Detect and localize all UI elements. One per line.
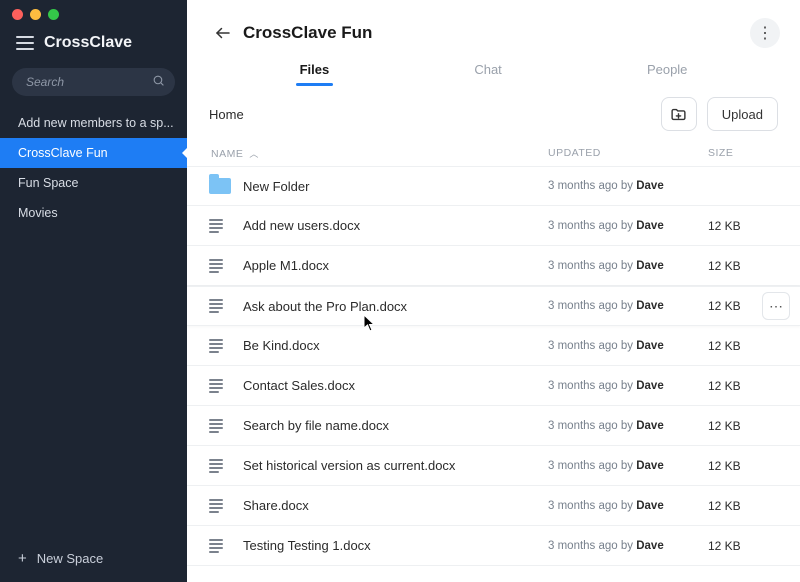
file-row[interactable]: Contact Sales.docx3 months ago by Dave12… — [187, 366, 800, 406]
file-size: 12 KB — [708, 219, 778, 233]
header: CrossClave Fun ⋮ — [187, 0, 800, 56]
file-name: Be Kind.docx — [243, 338, 548, 353]
file-row[interactable]: Add new users.docx3 months ago by Dave12… — [187, 206, 800, 246]
row-more-button[interactable]: ⋯ — [762, 292, 790, 320]
file-row[interactable]: Be Kind.docx3 months ago by Dave12 KB — [187, 326, 800, 366]
file-name: Ask about the Pro Plan.docx — [243, 299, 548, 314]
window-controls — [0, 0, 187, 20]
file-name: Share.docx — [243, 498, 548, 513]
sidebar-space-item[interactable]: Fun Space — [0, 168, 187, 198]
column-updated[interactable]: UPDATED — [548, 147, 708, 160]
file-updated: 3 months ago by Dave — [548, 260, 708, 272]
new-folder-button[interactable] — [661, 97, 697, 131]
tab-chat[interactable]: Chat — [470, 56, 505, 85]
document-icon — [209, 259, 223, 273]
tabs: Files Chat People — [187, 56, 800, 85]
new-space-label: New Space — [37, 551, 103, 566]
tab-people[interactable]: People — [643, 56, 691, 85]
file-row[interactable]: New Folder3 months ago by Dave — [187, 166, 800, 206]
brand-row: CrossClave — [0, 20, 187, 64]
minimize-window[interactable] — [30, 9, 41, 20]
page-more-button[interactable]: ⋮ — [750, 18, 780, 48]
file-name: Contact Sales.docx — [243, 378, 548, 393]
app-name: CrossClave — [44, 34, 132, 52]
file-row[interactable]: Share.docx3 months ago by Dave12 KB — [187, 486, 800, 526]
plus-icon: + — [18, 551, 27, 566]
file-size: 12 KB — [708, 339, 778, 353]
close-window[interactable] — [12, 9, 23, 20]
file-row[interactable]: Set historical version as current.docx3 … — [187, 446, 800, 486]
document-icon — [209, 299, 223, 313]
file-row[interactable]: Apple M1.docx3 months ago by Dave12 KB — [187, 246, 800, 286]
file-name: Add new users.docx — [243, 218, 548, 233]
file-updated: 3 months ago by Dave — [548, 380, 708, 392]
upload-button[interactable]: Upload — [707, 97, 778, 131]
file-size: 12 KB — [708, 499, 778, 513]
document-icon — [209, 499, 223, 513]
sidebar-space-item[interactable]: Movies — [0, 198, 187, 228]
file-updated: 3 months ago by Dave — [548, 500, 708, 512]
document-icon — [209, 419, 223, 433]
column-size[interactable]: SIZE — [708, 147, 778, 160]
sidebar-space-item[interactable]: CrossClave Fun — [0, 138, 187, 168]
file-updated: 3 months ago by Dave — [548, 340, 708, 352]
document-icon — [209, 459, 223, 473]
tab-files[interactable]: Files — [296, 56, 334, 85]
file-name: Search by file name.docx — [243, 418, 548, 433]
back-button[interactable] — [209, 19, 237, 47]
file-updated: 3 months ago by Dave — [548, 460, 708, 472]
file-size: 12 KB — [708, 539, 778, 553]
file-name: Apple M1.docx — [243, 258, 548, 273]
maximize-window[interactable] — [48, 9, 59, 20]
file-updated: 3 months ago by Dave — [548, 180, 708, 192]
search-wrap — [12, 68, 175, 96]
page-title: CrossClave Fun — [243, 23, 372, 43]
file-rows: New Folder3 months ago by DaveAdd new us… — [187, 166, 800, 582]
sort-caret-icon: ︿ — [249, 147, 259, 160]
file-size: 12 KB — [708, 379, 778, 393]
column-name[interactable]: NAME ︿ — [209, 147, 548, 160]
document-icon — [209, 339, 223, 353]
file-row[interactable]: Search by file name.docx3 months ago by … — [187, 406, 800, 446]
folder-icon — [209, 178, 231, 194]
breadcrumb[interactable]: Home — [209, 107, 244, 122]
upload-label: Upload — [722, 107, 763, 122]
file-name: Testing Testing 1.docx — [243, 538, 548, 553]
file-updated: 3 months ago by Dave — [548, 540, 708, 552]
space-list: Add new members to a sp...CrossClave Fun… — [0, 108, 187, 228]
sidebar-space-item[interactable]: Add new members to a sp... — [0, 108, 187, 138]
file-updated: 3 months ago by Dave — [548, 220, 708, 232]
file-name: New Folder — [243, 179, 548, 194]
file-row[interactable]: Testing Testing 1.docx3 months ago by Da… — [187, 526, 800, 566]
main: CrossClave Fun ⋮ Files Chat People Home Up… — [187, 0, 800, 582]
document-icon — [209, 539, 223, 553]
file-size: 12 KB — [708, 459, 778, 473]
sidebar: CrossClave Add new members to a sp...Cro… — [0, 0, 187, 582]
menu-icon[interactable] — [16, 35, 34, 51]
file-name: Set historical version as current.docx — [243, 458, 548, 473]
column-headers: NAME ︿ UPDATED SIZE — [187, 141, 800, 166]
file-size: 12 KB — [708, 259, 778, 273]
file-updated: 3 months ago by Dave — [548, 300, 708, 312]
document-icon — [209, 379, 223, 393]
new-space-button[interactable]: + New Space — [0, 535, 187, 582]
document-icon — [209, 219, 223, 233]
search-input[interactable] — [12, 68, 175, 96]
file-row[interactable]: Ask about the Pro Plan.docx3 months ago … — [187, 286, 800, 326]
file-size: 12 KB — [708, 419, 778, 433]
file-updated: 3 months ago by Dave — [548, 420, 708, 432]
toolbar: Home Upload — [187, 85, 800, 141]
